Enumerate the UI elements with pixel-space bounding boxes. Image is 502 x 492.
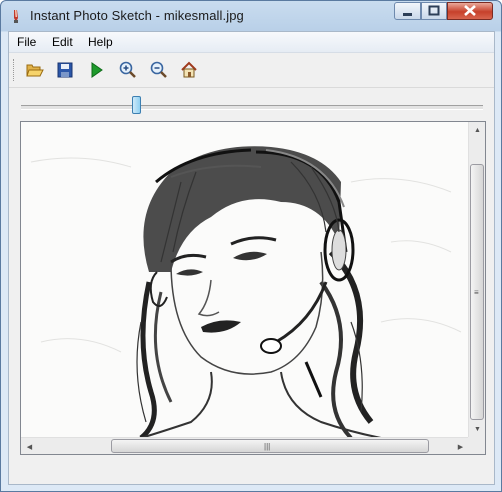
home-button[interactable] bbox=[178, 59, 200, 81]
folder-open-icon bbox=[26, 64, 44, 77]
title-bar[interactable]: Instant Photo Sketch - mikesmall.jpg bbox=[1, 1, 501, 31]
app-icon bbox=[14, 10, 18, 23]
slider-thumb[interactable] bbox=[132, 96, 141, 114]
scroll-down-arrow-icon[interactable]: ▼ bbox=[469, 421, 485, 438]
client-area: File Edit Help ▲ ≡ ▼ ◀ ||| ▶ bbox=[8, 31, 495, 485]
minimize-icon bbox=[403, 13, 412, 16]
menu-help[interactable]: Help bbox=[88, 35, 113, 49]
zoom-in-icon bbox=[119, 61, 136, 78]
zoom-out-button[interactable] bbox=[148, 59, 170, 81]
floppy-disk-icon bbox=[57, 62, 73, 78]
menu-file[interactable]: File bbox=[17, 35, 36, 49]
scroll-left-arrow-icon[interactable]: ◀ bbox=[21, 438, 38, 454]
toolbar bbox=[9, 53, 494, 88]
window-title: Instant Photo Sketch - mikesmall.jpg bbox=[30, 8, 244, 23]
zoom-out-icon bbox=[150, 61, 167, 78]
zoom-in-button[interactable] bbox=[117, 59, 139, 81]
close-button[interactable] bbox=[447, 2, 493, 20]
scroll-up-arrow-icon[interactable]: ▲ bbox=[469, 122, 485, 139]
horizontal-grip-icon: ||| bbox=[264, 442, 271, 451]
maximize-button[interactable] bbox=[421, 2, 447, 20]
vertical-scroll-thumb[interactable]: ≡ bbox=[470, 164, 484, 420]
menu-bar: File Edit Help bbox=[9, 32, 494, 53]
scrollbar-corner bbox=[468, 437, 485, 454]
vertical-grip-icon: ≡ bbox=[474, 288, 479, 297]
home-icon bbox=[181, 61, 197, 78]
horizontal-scrollbar[interactable]: ◀ ||| ▶ bbox=[21, 437, 469, 454]
horizontal-scroll-thumb[interactable]: ||| bbox=[111, 439, 429, 453]
minimize-button[interactable] bbox=[394, 2, 421, 20]
run-button[interactable] bbox=[85, 59, 107, 81]
play-icon bbox=[91, 62, 103, 78]
sketch-image bbox=[21, 122, 469, 438]
vertical-scrollbar[interactable]: ▲ ≡ ▼ bbox=[468, 122, 485, 438]
sketch-level-slider[interactable] bbox=[9, 88, 494, 118]
maximize-icon bbox=[428, 5, 440, 16]
toolbar-grip[interactable] bbox=[13, 59, 16, 81]
menu-edit[interactable]: Edit bbox=[52, 35, 73, 49]
sketch-portrait-image bbox=[21, 122, 469, 438]
open-button[interactable] bbox=[24, 59, 46, 81]
image-viewport: ▲ ≡ ▼ ◀ ||| ▶ bbox=[20, 121, 486, 455]
save-button[interactable] bbox=[54, 59, 76, 81]
close-icon bbox=[464, 5, 476, 16]
app-window: Instant Photo Sketch - mikesmall.jpg Fil… bbox=[0, 0, 502, 492]
scroll-right-arrow-icon[interactable]: ▶ bbox=[452, 438, 469, 454]
slider-track[interactable] bbox=[21, 105, 483, 110]
